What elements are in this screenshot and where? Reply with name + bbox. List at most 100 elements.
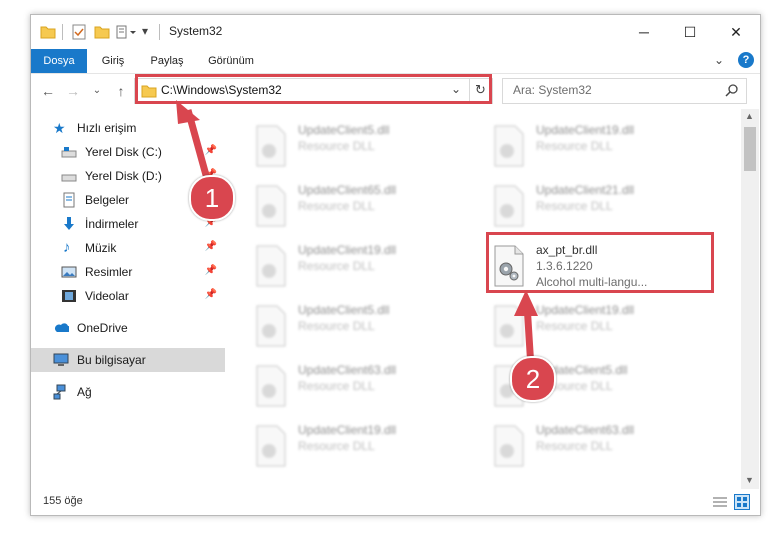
file-description: Resource DLL	[536, 199, 613, 213]
tab-share[interactable]: Paylaş	[143, 49, 191, 73]
sidebar-item-label: Müzik	[85, 241, 117, 255]
file-item[interactable]: UpdateClient19.dll Resource DLL	[465, 119, 695, 175]
file-description: Resource DLL	[298, 199, 375, 213]
pin-icon[interactable]: 📌	[205, 241, 217, 252]
ribbon-tabs: Dosya Giriş Paylaş Görünüm ⌄ ?	[31, 49, 760, 74]
file-item[interactable]: UpdateClient19.dll Resource DLL	[227, 419, 457, 475]
star-icon: ★	[53, 120, 66, 136]
large-icons-view-icon[interactable]	[734, 494, 750, 510]
computer-icon	[53, 353, 69, 366]
navigation-pane: ★ Hızlı erişim Yerel Disk (C:) 📌 Yerel D…	[31, 109, 225, 489]
dll-file-icon	[256, 425, 286, 467]
sidebar-item-music[interactable]: ♪ Müzik 📌	[31, 236, 225, 260]
file-name: UpdateClient19.dll	[536, 303, 635, 317]
qa-dropdown-icon[interactable]: ▾	[142, 24, 148, 38]
file-item[interactable]: UpdateClient5.dll Resource DLL	[465, 359, 695, 415]
sidebar-item-onedrive[interactable]: OneDrive	[31, 316, 225, 340]
file-item[interactable]: UpdateClient19.dll Resource DLL	[227, 239, 457, 295]
folder-icon	[40, 26, 56, 39]
tab-file[interactable]: Dosya	[31, 49, 87, 73]
back-button[interactable]: ←	[39, 82, 57, 100]
file-list: UpdateClient5.dll Resource DLL UpdateCli…	[227, 109, 741, 489]
file-description: Resource DLL	[298, 259, 375, 273]
file-item[interactable]: UpdateClient5.dll Resource DLL	[227, 299, 457, 355]
forward-button[interactable]: →	[64, 82, 82, 100]
sidebar-item-network[interactable]: Ağ	[31, 380, 225, 404]
file-item[interactable]: UpdateClient21.dll Resource DLL	[465, 179, 695, 235]
network-icon	[53, 384, 66, 400]
file-highlight-box	[486, 232, 714, 293]
file-name: UpdateClient19.dll	[298, 423, 397, 437]
file-name: UpdateClient19.dll	[298, 243, 397, 257]
file-description: Resource DLL	[298, 379, 375, 393]
sidebar-item-this-pc[interactable]: Bu bilgisayar	[31, 348, 225, 372]
dll-file-icon	[256, 365, 286, 407]
file-item[interactable]: UpdateClient5.dll Resource DLL	[227, 119, 457, 175]
pin-icon[interactable]: 📌	[205, 145, 217, 156]
maximize-button[interactable]: ☐	[667, 15, 713, 49]
title-bar: ▾ System32 ─ ☐ ✕	[31, 15, 760, 49]
dll-file-icon	[256, 185, 286, 227]
recent-locations-icon[interactable]: ⌄	[88, 82, 106, 100]
close-button[interactable]: ✕	[713, 15, 759, 49]
dll-file-icon	[494, 185, 524, 227]
expand-ribbon-icon[interactable]: ⌄	[714, 53, 724, 67]
music-icon: ♪	[63, 239, 71, 256]
tab-home[interactable]: Giriş	[93, 49, 133, 73]
details-view-icon[interactable]	[713, 496, 727, 508]
vertical-scrollbar[interactable]: ▲ ▼	[741, 109, 759, 489]
file-name: UpdateClient63.dll	[536, 423, 635, 437]
sidebar-item-quick-access[interactable]: ★ Hızlı erişim	[31, 116, 225, 140]
minimize-button[interactable]: ─	[621, 15, 667, 49]
download-icon	[64, 217, 74, 230]
sidebar-item-label: Videolar	[85, 289, 129, 303]
file-item[interactable]: UpdateClient19.dll Resource DLL	[465, 299, 695, 355]
properties-icon[interactable]	[71, 24, 87, 40]
sidebar-item-label: Belgeler	[85, 193, 130, 207]
search-placeholder[interactable]: Ara: System32	[513, 83, 592, 97]
help-icon[interactable]: ?	[738, 52, 754, 68]
file-item[interactable]: UpdateClient63.dll Resource DLL	[465, 419, 695, 475]
sidebar-item-label: OneDrive	[77, 321, 128, 335]
scrollbar-thumb[interactable]	[744, 127, 756, 171]
file-item[interactable]: UpdateClient65.dll Resource DLL	[227, 179, 457, 235]
sidebar-item-label: Bu bilgisayar	[77, 353, 146, 367]
sidebar-item-label: Resimler	[85, 265, 133, 279]
file-description: Resource DLL	[536, 439, 613, 453]
dll-file-icon	[494, 125, 524, 167]
file-description: Resource DLL	[536, 139, 613, 153]
search-box[interactable]: Ara: System32	[502, 78, 747, 104]
pin-icon[interactable]: 📌	[205, 289, 217, 300]
search-icon[interactable]	[725, 84, 738, 97]
sidebar-item-pictures[interactable]: Resimler 📌	[31, 260, 225, 284]
file-item[interactable]: UpdateClient63.dll Resource DLL	[227, 359, 457, 415]
address-highlight-box	[135, 74, 492, 104]
up-button[interactable]: ↑	[112, 82, 130, 100]
file-name: UpdateClient65.dll	[298, 183, 397, 197]
file-description: Resource DLL	[536, 319, 613, 333]
status-bar: 155 öğe	[31, 489, 760, 515]
sidebar-item-videos[interactable]: Videolar 📌	[31, 284, 225, 308]
scroll-down-icon[interactable]: ▼	[745, 475, 754, 485]
drive-icon	[61, 147, 77, 158]
dll-file-icon	[256, 305, 286, 347]
step-1-badge: 1	[189, 175, 235, 221]
customize-toolbar-icon[interactable]	[116, 24, 138, 40]
videos-icon	[62, 290, 76, 302]
dll-file-icon	[494, 305, 524, 347]
item-count: 155 öğe	[43, 495, 83, 507]
cloud-icon	[55, 323, 69, 332]
sidebar-item-label: Ağ	[77, 385, 92, 399]
scroll-up-icon[interactable]: ▲	[745, 111, 754, 121]
new-folder-icon[interactable]	[94, 24, 110, 40]
pin-icon[interactable]: 📌	[205, 265, 217, 276]
sidebar-item-label: Yerel Disk (D:)	[85, 169, 162, 183]
sidebar-item-local-disk-c[interactable]: Yerel Disk (C:) 📌	[31, 140, 225, 164]
drive-icon	[61, 174, 77, 182]
file-description: Resource DLL	[298, 139, 375, 153]
step-2-badge: 2	[510, 356, 556, 402]
sidebar-item-label: İndirmeler	[85, 217, 139, 231]
file-name: UpdateClient5.dll	[298, 303, 390, 317]
tab-view[interactable]: Görünüm	[201, 49, 261, 73]
dll-file-icon	[256, 125, 286, 167]
